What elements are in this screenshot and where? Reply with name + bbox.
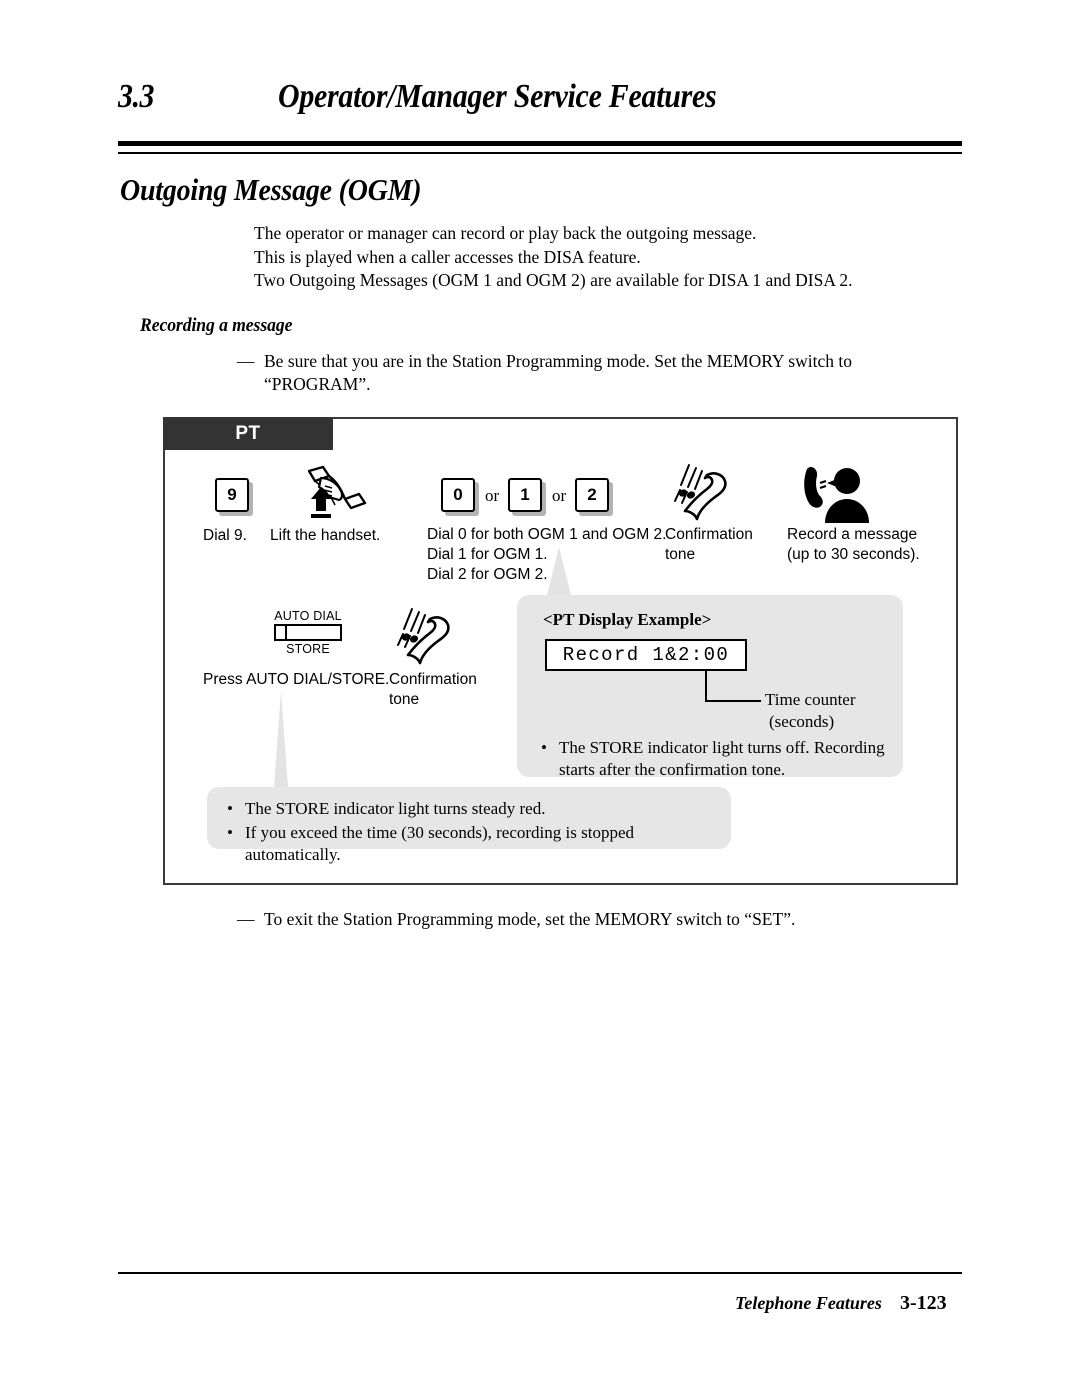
em-dash-closing: —: [237, 909, 255, 929]
confirmation-tone-icon-2: [394, 601, 462, 678]
key-0[interactable]: 0: [441, 478, 475, 512]
or-label-1: or: [485, 486, 500, 505]
or-label-2: or: [552, 486, 567, 505]
connector-triangle-upper: [541, 547, 577, 600]
caption-press-auto-dial-store: Press AUTO DIAL/STORE.: [203, 671, 390, 688]
caption-confirmation-tone-2: Confirmation tone: [389, 671, 477, 708]
header-rule-thick: [118, 141, 962, 146]
lift-handset-icon: [285, 465, 367, 528]
pt-tab-label: PT: [163, 417, 333, 450]
header-rule-thin: [118, 152, 962, 154]
closing-text: To exit the Station Programming mode, se…: [264, 909, 796, 929]
caption-lift-handset: Lift the handset.: [270, 527, 381, 544]
precondition-text: Be sure that you are in the Station Prog…: [264, 351, 852, 394]
bullet-glyph-1: •: [541, 738, 547, 757]
page-header: 3.3 Operator/Manager Service Features: [118, 78, 962, 116]
section-title: Operator/Manager Service Features: [278, 78, 717, 115]
bullet-glyph-2: •: [227, 799, 233, 818]
closing-item: — To exit the Station Programming mode, …: [237, 908, 953, 931]
confirmation-tone-icon-1: [671, 459, 739, 534]
section-number: 3.3: [118, 78, 155, 115]
time-counter-label-line1: Time counter: [765, 690, 856, 709]
store-label: STORE: [286, 642, 330, 656]
auto-dial-store-button[interactable]: AUTO DIAL STORE: [248, 609, 368, 656]
auto-dial-label: AUTO DIAL: [274, 609, 342, 623]
caption-dial-9: Dial 9.: [203, 527, 247, 544]
intro-line-3: Two Outgoing Messages (OGM 1 and OGM 2) …: [254, 270, 853, 290]
em-dash: —: [237, 351, 255, 371]
key-1[interactable]: 1: [508, 478, 542, 512]
bullet-glyph-3: •: [227, 823, 233, 842]
pt-lcd-display: Record 1&2:00: [545, 639, 747, 671]
footer-manual-name: Telephone Features: [735, 1293, 882, 1313]
caption-confirmation-tone-1: Confirmation tone: [665, 526, 753, 563]
caption-record-message: Record a message (up to 30 seconds).: [787, 526, 920, 563]
time-counter-label-line2: (seconds): [769, 712, 835, 731]
store-callout-list: • The STORE indicator light turns steady…: [227, 796, 721, 866]
precondition-item: — Be sure that you are in the Station Pr…: [237, 350, 953, 396]
feature-title: Outgoing Message (OGM): [120, 172, 422, 207]
intro-paragraph: The operator or manager can record or pl…: [254, 222, 954, 293]
pt-diagram-box: PT 9 Dial 9. Lift the handset. 0 or 1 or…: [163, 417, 958, 885]
intro-line-1: The operator or manager can record or pl…: [254, 223, 757, 243]
pt-display-example-title: <PT Display Example>: [543, 610, 712, 629]
footer-rule: [118, 1272, 962, 1274]
display-callout-note: The STORE indicator light turns off. Rec…: [559, 738, 885, 779]
intro-line-2: This is played when a caller accesses th…: [254, 246, 641, 267]
key-2[interactable]: 2: [575, 478, 609, 512]
footer-page-number: 3-123: [900, 1292, 947, 1314]
display-callout-note-row: • The STORE indicator light turns off. R…: [541, 735, 893, 781]
store-callout-note-2: If you exceed the time (30 seconds), rec…: [245, 823, 634, 864]
time-counter-leader-line: [705, 671, 765, 710]
key-9[interactable]: 9: [215, 478, 249, 512]
subsection-heading: Recording a message: [140, 315, 293, 336]
record-message-icon: [799, 461, 871, 530]
auto-dial-store-key-graphic[interactable]: [274, 624, 342, 641]
pt-display-example-callout: <PT Display Example> Record 1&2:00 Time …: [517, 595, 903, 779]
store-indicator-callout: • The STORE indicator light turns steady…: [207, 787, 731, 864]
store-callout-note-1: The STORE indicator light turns steady r…: [245, 799, 546, 818]
